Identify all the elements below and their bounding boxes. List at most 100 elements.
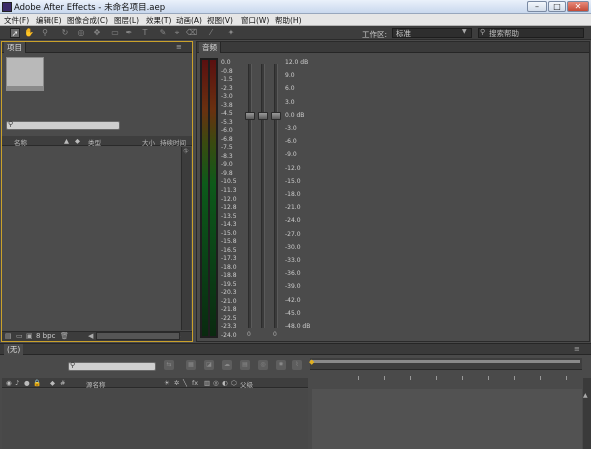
menu-file[interactable]: 文件(F)	[4, 15, 29, 26]
meter-scale-label: -14.3	[221, 221, 237, 229]
menu-animation[interactable]: 动画(A)	[176, 15, 202, 26]
trash-icon[interactable]: 🗑	[60, 332, 69, 340]
zoom-tool-icon[interactable]: ⚲	[40, 28, 50, 38]
slider-track-right[interactable]	[261, 64, 265, 328]
slider-scale-label: -18.0	[285, 191, 301, 198]
solo-icon[interactable]: ●	[24, 379, 30, 387]
3d-layer-icon[interactable]: ⬡	[231, 379, 237, 387]
slider-track-left[interactable]	[248, 64, 252, 328]
workspace-select[interactable]: 标准	[392, 28, 472, 38]
collapse-icon[interactable]: ✲	[174, 379, 179, 387]
meter-scale-label: -18.0	[221, 263, 237, 271]
slider-scale-label: -48.0 dB	[285, 323, 311, 330]
tab-audio[interactable]: 音频	[199, 42, 221, 53]
live-update-icon[interactable]: ▦	[186, 360, 196, 370]
menu-help[interactable]: 帮助(H)	[275, 15, 302, 26]
tab-timeline-none[interactable]: (无)	[4, 344, 24, 355]
slider-scale-label: -15.0	[285, 177, 301, 185]
brush-tool-icon[interactable]: ✎	[158, 28, 168, 38]
menu-composition[interactable]: 图像合成(C)	[67, 15, 108, 26]
graph-editor-icon[interactable]: ⌇	[292, 360, 302, 370]
frame-blend-icon[interactable]: ▥	[204, 379, 210, 387]
panel-menu-icon[interactable]: ≡	[574, 345, 580, 353]
menu-window[interactable]: 窗口(W)	[241, 15, 269, 26]
selection-tool-icon[interactable]: ➚	[10, 28, 20, 38]
label-tag-icon[interactable]: ◆	[75, 137, 80, 145]
motion-blur-switch-icon[interactable]: ◎	[213, 379, 219, 387]
column-name[interactable]: 名称	[14, 137, 27, 147]
eraser-tool-icon[interactable]: ⌫	[186, 28, 197, 38]
timeline-vertical-scrollbar[interactable]: ▲	[583, 378, 591, 449]
adjustment-layer-icon[interactable]: ◐	[222, 379, 228, 387]
slider-scale-label: 9.0	[285, 72, 295, 80]
meter-scale-label: -12.0	[221, 195, 237, 203]
slider-knob-left[interactable]	[245, 112, 255, 120]
help-search-input[interactable]: 搜索帮助	[478, 28, 584, 38]
work-area-start-icon[interactable]: ◆	[309, 358, 314, 366]
minimize-button[interactable]: –	[527, 1, 547, 12]
draft-3d-icon[interactable]: ◪	[204, 360, 214, 370]
new-composition-icon[interactable]: ▣	[26, 332, 33, 340]
column-source-name[interactable]: 源名称	[86, 379, 106, 389]
rotate-tool-icon[interactable]: ↻	[60, 28, 70, 38]
project-thumbnail	[6, 57, 44, 91]
column-type[interactable]: 类型	[88, 137, 101, 147]
timeline-search-input[interactable]	[68, 362, 156, 371]
close-button[interactable]: ✕	[567, 1, 589, 12]
roto-brush-tool-icon[interactable]: ⁄	[206, 28, 216, 38]
clone-tool-icon[interactable]: ⌖	[172, 28, 182, 38]
new-folder-icon[interactable]: ▭	[16, 332, 23, 340]
maximize-button[interactable]: □	[548, 1, 566, 12]
timeline-layer-list[interactable]	[2, 389, 308, 449]
menu-effect[interactable]: 效果(T)	[146, 15, 171, 26]
zoom-in-icon[interactable]: ▲	[583, 392, 588, 399]
slider-track-master[interactable]	[274, 64, 278, 328]
quality-icon[interactable]: ╲	[183, 379, 187, 387]
flowchart-icon[interactable]: ⛗	[183, 147, 189, 156]
effect-icon[interactable]: fx	[192, 379, 198, 387]
frame-blending-icon[interactable]: ▤	[240, 360, 250, 370]
panel-menu-icon[interactable]: ≡	[176, 43, 182, 51]
pan-behind-tool-icon[interactable]: ✥	[92, 28, 102, 38]
puppet-tool-icon[interactable]: ✦	[226, 28, 236, 38]
text-tool-icon[interactable]: T	[140, 28, 150, 38]
meter-scale-label: -8.3	[221, 152, 233, 160]
project-vertical-scrollbar[interactable]: ⛗	[181, 147, 191, 330]
hand-tool-icon[interactable]: ✋	[24, 28, 34, 38]
meter-scale-label: -11.3	[221, 186, 237, 194]
menu-view[interactable]: 视图(V)	[207, 15, 233, 26]
camera-tool-icon[interactable]: ◎	[76, 28, 86, 38]
project-tabbar: 项目 ≡	[2, 42, 192, 53]
work-area-bar[interactable]	[310, 360, 580, 363]
motion-blur-icon[interactable]: ◎	[258, 360, 268, 370]
column-size[interactable]: 大小	[142, 137, 155, 147]
project-item-list[interactable]	[2, 147, 180, 330]
column-duration[interactable]: 持续时间	[160, 137, 186, 147]
audio-switch-icon[interactable]: ♪	[15, 379, 19, 387]
slider-knob-master[interactable]	[271, 112, 281, 120]
timeline-tabbar: ≡	[0, 344, 591, 355]
column-parent[interactable]: 父级	[240, 379, 253, 389]
bit-depth-label[interactable]: 8 bpc	[36, 332, 55, 340]
sort-arrow-icon[interactable]: ▲	[64, 137, 69, 145]
project-horizontal-scrollbar[interactable]	[96, 332, 180, 340]
menu-layer[interactable]: 图层(L)	[114, 15, 139, 26]
window-title: Adobe After Effects - 未命名项目.aep	[14, 3, 166, 13]
comp-mini-flowchart-icon[interactable]: ⇆	[164, 360, 174, 370]
menu-edit[interactable]: 编辑(E)	[36, 15, 62, 26]
scroll-left-icon[interactable]: ◀	[88, 332, 93, 340]
hide-shy-layers-icon[interactable]: ☁	[222, 360, 232, 370]
brainstorm-icon[interactable]: ✸	[276, 360, 286, 370]
interpret-footage-icon[interactable]: ▤	[5, 332, 12, 340]
lock-icon[interactable]: 🔒	[33, 379, 41, 387]
label-tag-icon[interactable]: ◆	[50, 379, 55, 387]
project-search-input[interactable]	[6, 121, 120, 130]
slider-knob-right[interactable]	[258, 112, 268, 120]
shy-icon[interactable]: ☀	[164, 379, 170, 387]
rectangle-tool-icon[interactable]: ▭	[110, 28, 120, 38]
timeline-track-area[interactable]	[312, 389, 582, 449]
video-switch-icon[interactable]: ◉	[6, 379, 12, 387]
time-tick	[410, 376, 411, 380]
pen-tool-icon[interactable]: ✒	[124, 28, 134, 38]
tab-project[interactable]: 项目	[4, 42, 26, 53]
